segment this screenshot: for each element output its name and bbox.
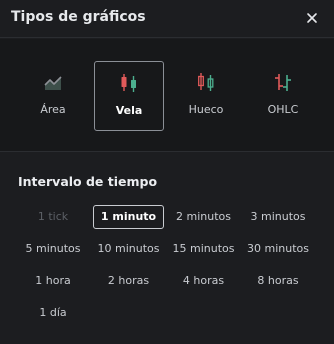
interval-option-2-hours[interactable]: 2 horas bbox=[93, 269, 164, 293]
chart-types-dialog: Tipos de gráficos Área Vela Hueco OHLC I… bbox=[0, 0, 334, 344]
ohlc-icon bbox=[272, 71, 294, 93]
dialog-title: Tipos de gráficos bbox=[11, 9, 146, 25]
interval-option-5-minutes[interactable]: 5 minutos bbox=[20, 237, 86, 261]
interval-option-15-minutes[interactable]: 15 minutos bbox=[170, 237, 237, 261]
hollow-candle-icon bbox=[195, 71, 217, 93]
interval-option-1-tick: 1 tick bbox=[37, 210, 69, 223]
chart-types-section: Área Vela Hueco OHLC bbox=[0, 39, 334, 152]
close-icon[interactable] bbox=[304, 10, 320, 26]
interval-option-10-minutes[interactable]: 10 minutos bbox=[93, 237, 164, 261]
chart-type-label: OHLC bbox=[267, 103, 299, 116]
candlestick-icon bbox=[118, 72, 140, 94]
chart-type-ohlc[interactable]: OHLC bbox=[248, 61, 318, 131]
interval-option-3-minutes[interactable]: 3 minutos bbox=[244, 205, 312, 229]
chart-type-label: Vela bbox=[115, 104, 143, 117]
interval-option-8-hours[interactable]: 8 horas bbox=[244, 269, 312, 293]
dialog-header: Tipos de gráficos bbox=[0, 0, 334, 38]
interval-option-1-minute[interactable]: 1 minuto bbox=[93, 205, 164, 229]
chart-type-label: Hueco bbox=[188, 103, 224, 116]
interval-option-2-minutes[interactable]: 2 minutos bbox=[170, 205, 237, 229]
interval-title: Intervalo de tiempo bbox=[18, 174, 158, 189]
chart-type-hollow[interactable]: Hueco bbox=[171, 61, 241, 131]
interval-option-30-minutes[interactable]: 30 minutos bbox=[244, 237, 312, 261]
interval-option-4-hours[interactable]: 4 horas bbox=[170, 269, 237, 293]
chart-type-candle[interactable]: Vela bbox=[94, 61, 164, 131]
chart-type-label: Área bbox=[40, 103, 66, 116]
chart-type-area[interactable]: Área bbox=[18, 61, 88, 131]
interval-option-1-day[interactable]: 1 día bbox=[20, 301, 86, 325]
area-chart-icon bbox=[42, 71, 64, 93]
interval-option-1-hour[interactable]: 1 hora bbox=[20, 269, 86, 293]
